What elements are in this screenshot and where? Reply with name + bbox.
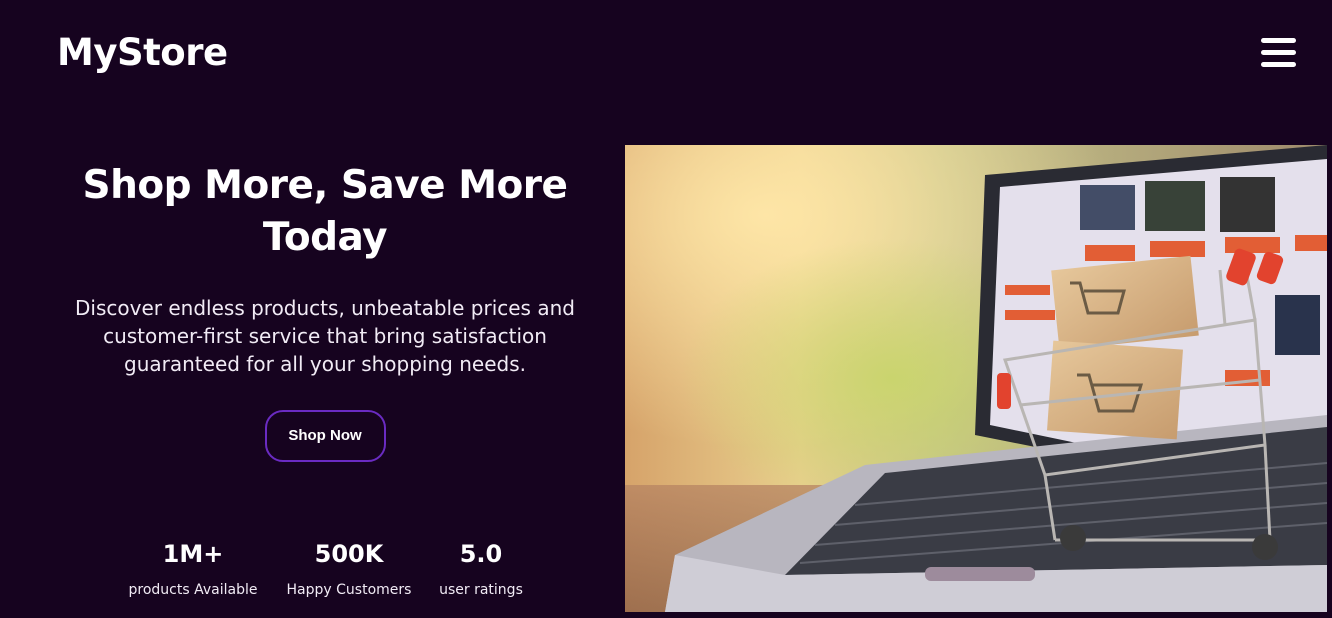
stats-row: 1M+ products Available 500K Happy Custom… [0,538,660,608]
stat-value: 5.0 [459,540,503,568]
hero-description: Discover endless products, unbeatable pr… [75,296,575,376]
menu-bar-middle [1261,50,1296,55]
hamburger-menu-icon[interactable] [1261,38,1296,68]
site-logo[interactable]: MyStore [57,30,228,76]
shop-now-button[interactable]: Shop Now [264,410,386,462]
laptop-with-shopping-cart-photo [625,145,1327,612]
stat-ratings: 5.0 user ratings [431,538,531,598]
menu-bar-top [1261,38,1296,43]
stat-label: Happy Customers [286,582,412,598]
menu-bar-bottom [1261,62,1296,67]
stat-products: 1M+ products Available [122,538,264,598]
page: MyStore Shop More, Save More Today Disco… [0,0,1332,618]
stat-value: 500K [314,540,384,568]
hero-illustration [625,145,1327,612]
stat-label: products Available [128,582,258,598]
hero-title: Shop More, Save More Today [40,160,610,264]
hero-content: Shop More, Save More Today Discover endl… [40,160,610,462]
hero-title-line-1: Shop More, Save More [82,163,568,208]
stat-label: user ratings [439,582,523,598]
stat-value: 1M+ [162,540,224,568]
hero-title-line-2: Today [262,215,388,260]
stat-customers: 500K Happy Customers [283,538,415,598]
